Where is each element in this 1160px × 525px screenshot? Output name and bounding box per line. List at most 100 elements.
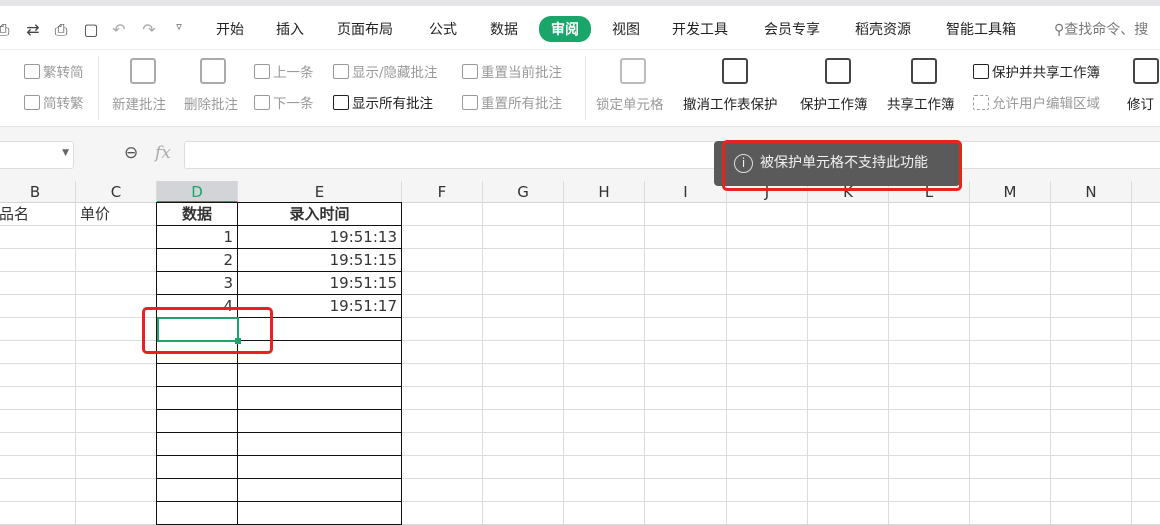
cell[interactable]: [1051, 456, 1132, 479]
cell[interactable]: [889, 341, 970, 364]
tab-insert[interactable]: 插入: [276, 19, 304, 39]
cell[interactable]: [483, 364, 564, 387]
cell[interactable]: [76, 364, 157, 387]
cell[interactable]: [483, 226, 564, 249]
cell[interactable]: [1132, 226, 1160, 249]
cell[interactable]: [727, 226, 808, 249]
cell[interactable]: [727, 433, 808, 456]
unprotect-sheet-button[interactable]: 撤消工作表保护: [683, 93, 778, 113]
cell[interactable]: [76, 433, 157, 456]
cell[interactable]: [1051, 364, 1132, 387]
cell[interactable]: [727, 203, 808, 226]
cell[interactable]: [237, 386, 402, 410]
cell[interactable]: [237, 501, 402, 525]
cell[interactable]: [483, 341, 564, 364]
prev-comment-button[interactable]: 上一条: [254, 61, 314, 81]
cell[interactable]: [1132, 387, 1160, 410]
cell[interactable]: [402, 203, 483, 226]
cell[interactable]: [483, 479, 564, 502]
cell[interactable]: [0, 387, 76, 410]
cell[interactable]: [0, 410, 76, 433]
cell[interactable]: [645, 456, 727, 479]
cell[interactable]: [564, 433, 645, 456]
cell[interactable]: [808, 295, 889, 318]
share-workbook-button[interactable]: 共享工作簿: [887, 93, 955, 113]
cell[interactable]: [402, 410, 483, 433]
cell[interactable]: [1051, 341, 1132, 364]
cell[interactable]: [483, 410, 564, 433]
cell[interactable]: [970, 456, 1051, 479]
cell[interactable]: 录入时间: [237, 202, 402, 226]
cell[interactable]: [564, 249, 645, 272]
cell[interactable]: [1051, 410, 1132, 433]
cell[interactable]: [564, 318, 645, 341]
cell[interactable]: [564, 272, 645, 295]
cell[interactable]: [564, 203, 645, 226]
cell[interactable]: [970, 341, 1051, 364]
cell[interactable]: [645, 249, 727, 272]
zoom-formula-icon[interactable]: ⊖: [124, 143, 138, 163]
cell[interactable]: [0, 295, 76, 318]
undo-icon[interactable]: ↶: [108, 20, 130, 40]
cell[interactable]: [727, 410, 808, 433]
cell[interactable]: [156, 478, 238, 502]
cell[interactable]: [76, 272, 157, 295]
cell[interactable]: [1132, 272, 1160, 295]
name-box[interactable]: ▼: [0, 141, 74, 169]
cell[interactable]: 数据: [156, 202, 238, 226]
cell[interactable]: [237, 432, 402, 456]
new-comment-button[interactable]: 新建批注: [112, 93, 166, 113]
cell[interactable]: [1132, 410, 1160, 433]
cell[interactable]: [402, 387, 483, 410]
cell[interactable]: [889, 318, 970, 341]
cell[interactable]: 19:51:13: [237, 225, 402, 249]
cell[interactable]: [0, 341, 76, 364]
cell[interactable]: [645, 433, 727, 456]
cell-grid[interactable]: 品名 单价 数据 录入时间 1 19:51:13 2 19:51:15 3 19:51:15 4 19…: [0, 202, 1160, 525]
cell[interactable]: [970, 318, 1051, 341]
delete-comment-button[interactable]: 删除批注: [184, 93, 238, 113]
cell[interactable]: [237, 455, 402, 479]
cell[interactable]: [727, 479, 808, 502]
cell[interactable]: [483, 295, 564, 318]
cell[interactable]: [727, 387, 808, 410]
cell[interactable]: [727, 295, 808, 318]
cell[interactable]: [402, 318, 483, 341]
cell[interactable]: [645, 203, 727, 226]
cell[interactable]: 3: [156, 271, 238, 295]
cell[interactable]: [564, 479, 645, 502]
print-icon[interactable]: ⎙: [50, 20, 72, 40]
tab-view[interactable]: 视图: [612, 19, 640, 39]
protect-workbook-button[interactable]: 保护工作簿: [800, 93, 868, 113]
cell[interactable]: [76, 410, 157, 433]
cell[interactable]: 19:51:15: [237, 271, 402, 295]
protect-and-share-button[interactable]: 保护并共享工作簿: [973, 61, 1100, 81]
cell[interactable]: 品名: [0, 203, 76, 226]
cell[interactable]: [645, 341, 727, 364]
cell[interactable]: [156, 363, 238, 387]
cell[interactable]: [970, 272, 1051, 295]
tab-formula[interactable]: 公式: [429, 19, 457, 39]
cell[interactable]: [889, 479, 970, 502]
cell[interactable]: [727, 272, 808, 295]
revise-button[interactable]: 修订: [1127, 93, 1154, 113]
formula-input[interactable]: [184, 141, 1160, 169]
cell[interactable]: [970, 410, 1051, 433]
chevron-down-icon[interactable]: ▼: [62, 148, 69, 158]
cell[interactable]: [808, 433, 889, 456]
export-icon[interactable]: ⇄: [22, 20, 44, 40]
column-header-G[interactable]: G: [483, 181, 564, 203]
tab-developer[interactable]: 开发工具: [672, 19, 728, 39]
next-comment-button[interactable]: 下一条: [254, 92, 314, 112]
cell[interactable]: [970, 203, 1051, 226]
cell[interactable]: [808, 479, 889, 502]
cell[interactable]: [727, 341, 808, 364]
cell[interactable]: [1132, 203, 1160, 226]
tab-page-layout[interactable]: 页面布局: [337, 19, 393, 39]
cell[interactable]: [808, 249, 889, 272]
column-header-N[interactable]: N: [1051, 181, 1132, 203]
cell[interactable]: [0, 364, 76, 387]
cell[interactable]: [1132, 318, 1160, 341]
cell[interactable]: [808, 318, 889, 341]
cell[interactable]: [0, 272, 76, 295]
